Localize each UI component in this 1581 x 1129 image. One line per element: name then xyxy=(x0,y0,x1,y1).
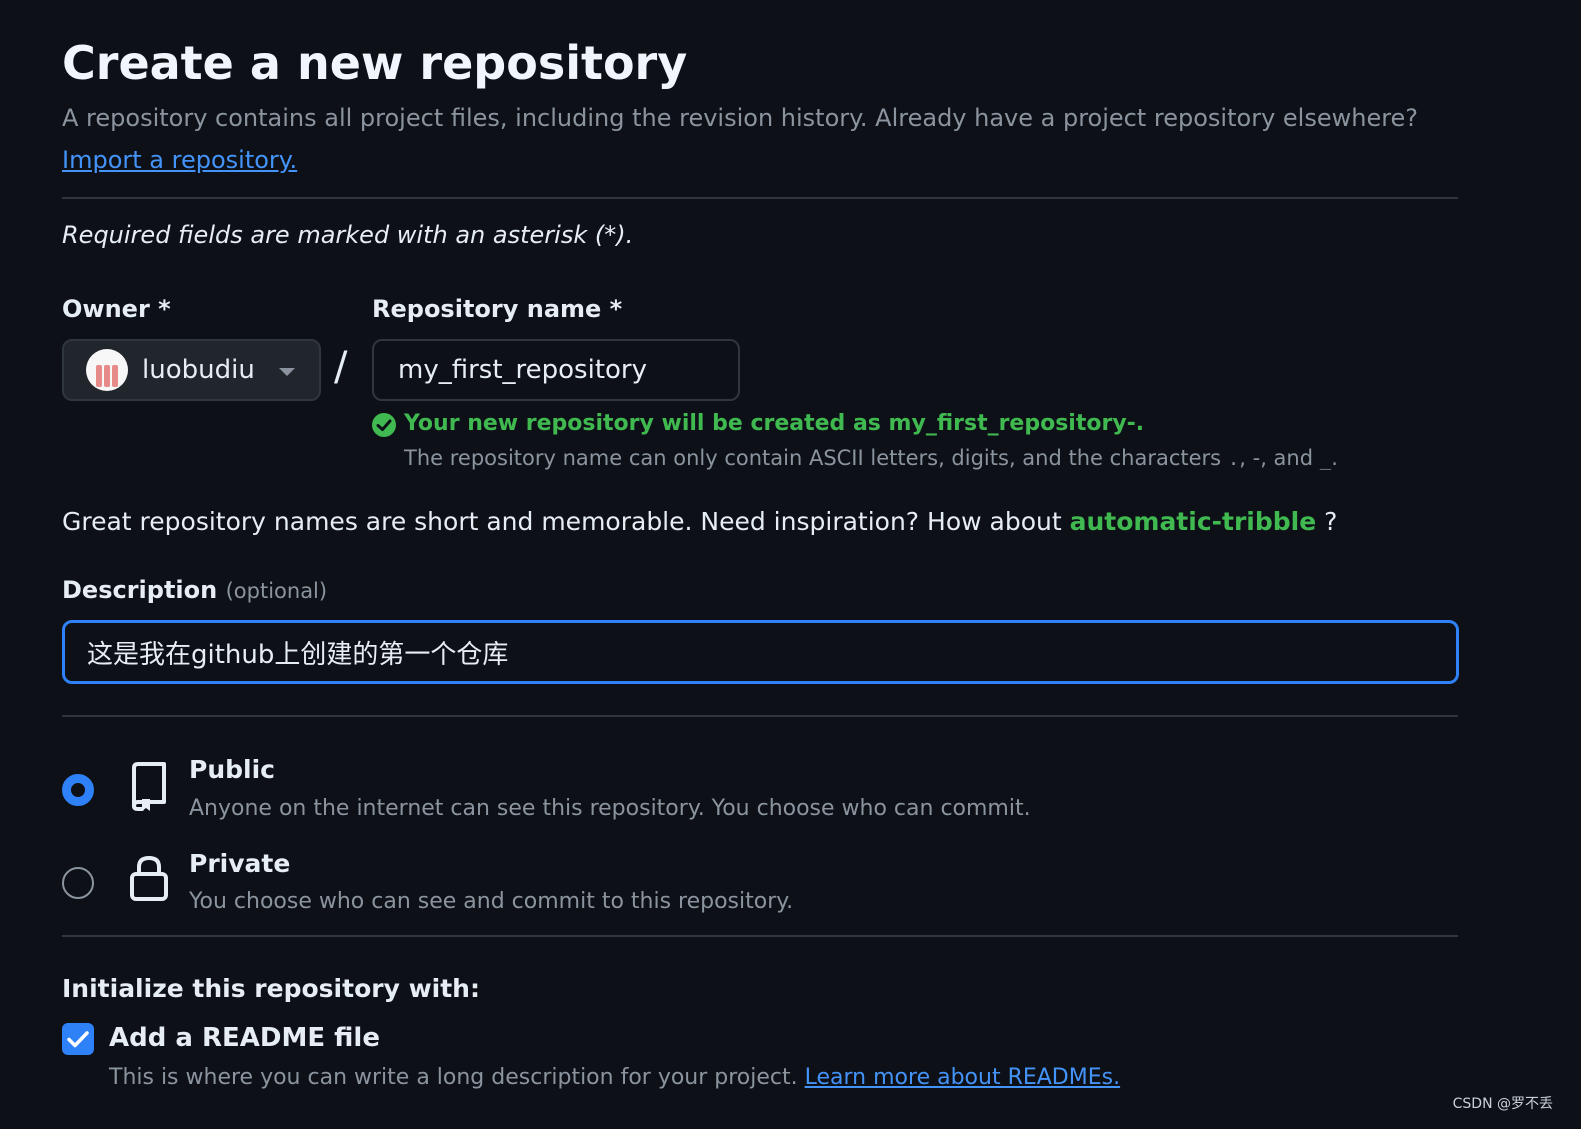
avatar xyxy=(86,349,128,391)
private-radio[interactable] xyxy=(62,867,94,899)
owner-name: luobudiu xyxy=(142,355,255,385)
page-title: Create a new repository xyxy=(62,36,688,90)
readme-label[interactable]: Add a README file xyxy=(109,1023,380,1053)
owner-label: Owner * xyxy=(62,295,171,323)
import-repository-link[interactable]: Import a repository. xyxy=(62,146,297,174)
optional-marker: (optional) xyxy=(225,579,328,603)
chevron-down-icon xyxy=(279,368,295,376)
lock-icon xyxy=(128,854,170,908)
required-fields-note: Required fields are marked with an aster… xyxy=(62,221,634,249)
repository-name-hint: The repository name can only contain ASC… xyxy=(404,446,1338,470)
readme-description: This is where you can write a long descr… xyxy=(109,1065,1121,1090)
public-radio[interactable] xyxy=(62,774,94,806)
check-circle-icon xyxy=(372,413,396,437)
validation-message: Your new repository will be created as m… xyxy=(404,411,1145,436)
owner-select[interactable]: luobudiu xyxy=(62,339,321,401)
private-description: You choose who can see and commit to thi… xyxy=(189,889,794,914)
private-title: Private xyxy=(189,849,291,878)
suggested-name[interactable]: automatic-tribble xyxy=(1070,507,1317,536)
description-label: Description (optional) xyxy=(62,576,328,604)
watermark: CSDN @罗不丢 xyxy=(1452,1096,1553,1112)
divider xyxy=(62,715,1458,717)
owner-repo-separator: / xyxy=(334,344,348,390)
divider xyxy=(62,197,1458,199)
name-inspiration: Great repository names are short and mem… xyxy=(62,507,1338,536)
checkmark-icon xyxy=(67,1031,89,1048)
repository-name-label: Repository name * xyxy=(372,295,623,323)
readme-checkbox[interactable] xyxy=(62,1023,94,1055)
repository-name-input[interactable] xyxy=(372,339,740,401)
public-description: Anyone on the internet can see this repo… xyxy=(189,796,1031,821)
initialize-title: Initialize this repository with: xyxy=(62,974,480,1003)
divider xyxy=(62,935,1458,937)
description-input[interactable] xyxy=(62,620,1459,684)
learn-readmes-link[interactable]: Learn more about READMEs. xyxy=(805,1065,1120,1090)
create-repository-page: Create a new repository A repository con… xyxy=(0,0,1581,1129)
repo-icon xyxy=(128,762,168,816)
public-title: Public xyxy=(189,755,275,784)
page-subtitle: A repository contains all project files,… xyxy=(62,104,1419,132)
